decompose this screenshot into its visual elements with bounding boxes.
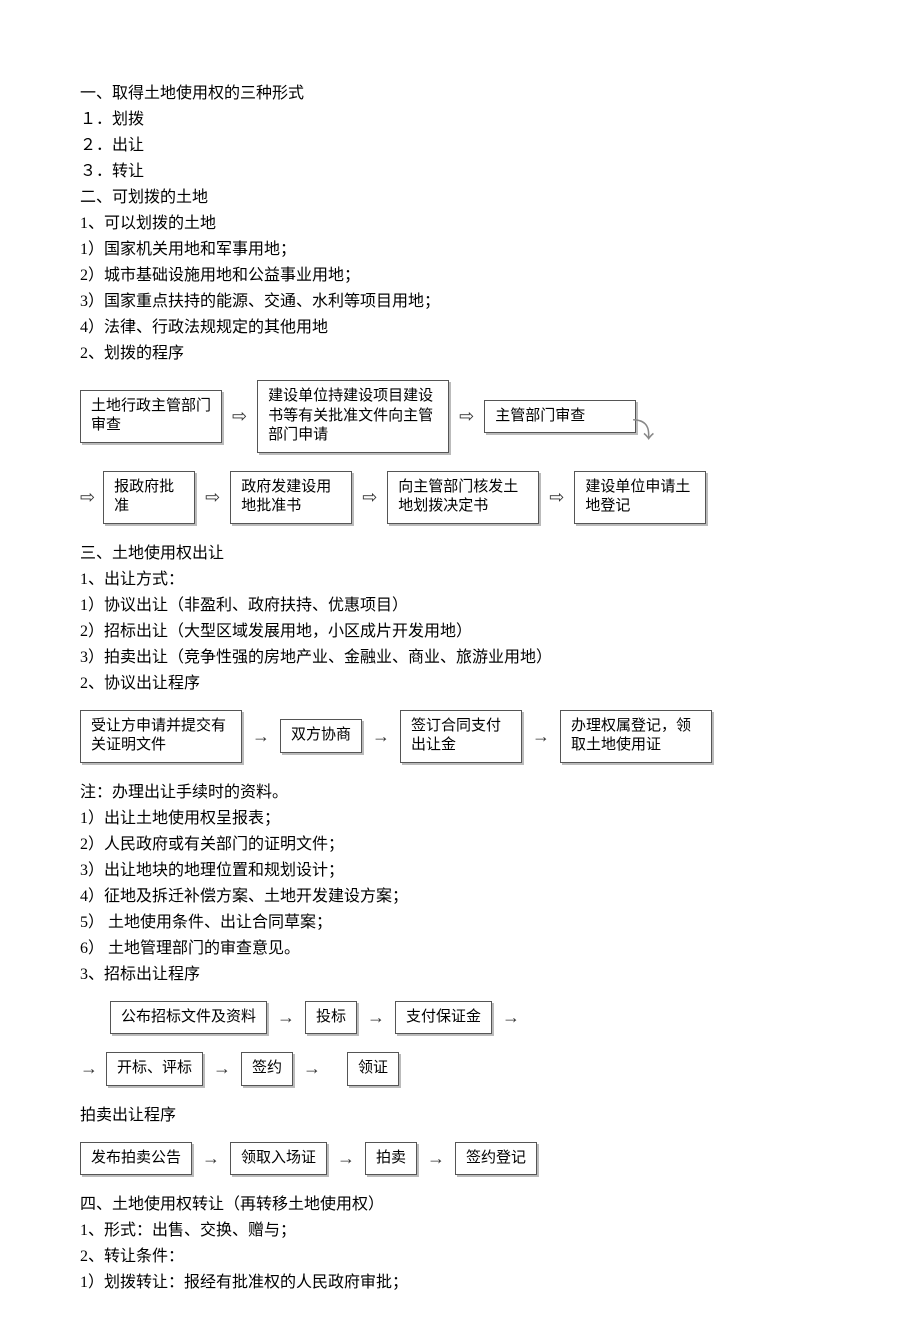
flow-row: 发布拍卖公告 → 领取入场证 → 拍卖 → 签约登记 [80, 1142, 840, 1176]
flow-box: 公布招标文件及资料 [110, 1001, 267, 1035]
note-item: 1）出让土地使用权呈报表； [80, 807, 840, 831]
flow-row: → 开标、评标 → 签约 → 领证 [80, 1052, 840, 1086]
sec3-method: 1）协议出让（非盈利、政府扶持、优惠项目） [80, 594, 840, 618]
flow-box: 签订合同支付出让金 [400, 710, 522, 763]
sec2-heading: 二、可划拨的土地 [80, 186, 840, 210]
flow-box: 报政府批准 [103, 471, 195, 524]
arrow-right-icon: → [368, 723, 394, 750]
flow-box: 向主管部门核发土地划拨决定书 [387, 471, 539, 524]
flow-box: 发布拍卖公告 [80, 1142, 192, 1176]
flow-row: 土地行政主管部门审查 ⇨ 建设单位持建设项目建设书等有关批准文件向主管部门申请 … [80, 380, 840, 453]
arrow-right-icon: → [80, 1055, 98, 1082]
flow-box: 主管部门审查 [484, 400, 636, 434]
sec2-item: 1）国家机关用地和军事用地； [80, 238, 840, 262]
bid-flow: 公布招标文件及资料 → 投标 → 支付保证金 → → 开标、评标 → 签约 → … [80, 1001, 840, 1086]
sec3-method: 2）招标出让（大型区域发展用地，小区成片开发用地） [80, 620, 840, 644]
agreement-flow: 受让方申请并提交有关证明文件 → 双方协商 → 签订合同支付出让金 → 办理权属… [80, 710, 840, 763]
arrow-right-icon: → [363, 1004, 389, 1031]
flow-row: 受让方申请并提交有关证明文件 → 双方协商 → 签订合同支付出让金 → 办理权属… [80, 710, 840, 763]
flow-box: 办理权属登记，领取土地使用证 [560, 710, 712, 763]
note-item: 6） 土地管理部门的审查意见。 [80, 937, 840, 961]
arrow-right-icon: → [498, 1004, 524, 1031]
arrow-right-icon: ⇨ [80, 484, 95, 511]
flow-box: 领证 [347, 1052, 399, 1086]
arrow-right-icon: → [528, 723, 554, 750]
sec3-method: 3）拍卖出让（竞争性强的房地产业、金融业、商业、旅游业用地） [80, 646, 840, 670]
arrow-right-icon: → [273, 1004, 299, 1031]
arrow-right-icon: → [299, 1055, 325, 1082]
flow-box: 双方协商 [280, 719, 362, 753]
flow-box: 签约登记 [455, 1142, 537, 1176]
note-item: 5） 土地使用条件、出让合同草案； [80, 911, 840, 935]
sec2-item: 4）法律、行政法规规定的其他用地 [80, 316, 840, 340]
arrow-right-icon: ⇨ [545, 484, 568, 511]
sec2-sub2: 2、划拨的程序 [80, 342, 840, 366]
arrow-right-icon: → [248, 723, 274, 750]
sec3-sub3: 3、招标出让程序 [80, 963, 840, 987]
flow-box: 政府发建设用地批准书 [230, 471, 352, 524]
flow-box: 建设单位持建设项目建设书等有关批准文件向主管部门申请 [257, 380, 449, 453]
sec4-line: 2、转让条件： [80, 1245, 840, 1269]
arrow-right-icon: → [423, 1145, 449, 1172]
arrow-right-icon: ⇨ [228, 403, 251, 430]
sec4-line: 1、形式：出售、交换、赠与； [80, 1219, 840, 1243]
allocation-flow: 土地行政主管部门审查 ⇨ 建设单位持建设项目建设书等有关批准文件向主管部门申请 … [80, 380, 840, 524]
flow-box: 土地行政主管部门审查 [80, 390, 222, 443]
flow-row: ⇨ 报政府批准 ⇨ 政府发建设用地批准书 ⇨ 向主管部门核发土地划拨决定书 ⇨ … [80, 471, 840, 524]
arrow-right-icon: → [209, 1055, 235, 1082]
sec2-item: 2）城市基础设施用地和公益事业用地； [80, 264, 840, 288]
sec1-heading: 一、取得土地使用权的三种形式 [80, 82, 840, 106]
arrow-right-icon: ⇨ [455, 403, 478, 430]
sec2-sub1: 1、可以划拨的土地 [80, 212, 840, 236]
note-item: 2）人民政府或有关部门的证明文件； [80, 833, 840, 857]
flow-box: 签约 [241, 1052, 293, 1086]
arrow-right-icon: → [198, 1145, 224, 1172]
flow-box: 拍卖 [365, 1142, 417, 1176]
sec4-heading: 四、土地使用权转让（再转移土地使用权） [80, 1193, 840, 1217]
arrow-right-icon: ⇨ [201, 484, 224, 511]
flow-box: 投标 [305, 1001, 357, 1035]
sec4-line: 1）划拨转让：报经有批准权的人民政府审批； [80, 1271, 840, 1295]
note-heading: 注：办理出让手续时的资料。 [80, 781, 840, 805]
note-item: 3）出让地块的地理位置和规划设计； [80, 859, 840, 883]
flow-box: 开标、评标 [106, 1052, 203, 1086]
flow-box: 支付保证金 [395, 1001, 492, 1035]
flow-row: 公布招标文件及资料 → 投标 → 支付保证金 → [110, 1001, 840, 1035]
note-item: 4）征地及拆迁补偿方案、土地开发建设方案； [80, 885, 840, 909]
flow-box: 建设单位申请土地登记 [574, 471, 706, 524]
sec1-item: １．划拨 [80, 108, 840, 132]
auction-heading: 拍卖出让程序 [80, 1104, 840, 1128]
sec1-item: ３．转让 [80, 160, 840, 184]
sec3-heading: 三、土地使用权出让 [80, 542, 840, 566]
sec2-item: 3）国家重点扶持的能源、交通、水利等项目用地； [80, 290, 840, 314]
curve-arrow-icon: ⤵ [632, 414, 654, 447]
sec1-item: ２．出让 [80, 134, 840, 158]
arrow-right-icon: ⇨ [358, 484, 381, 511]
flow-box: 领取入场证 [230, 1142, 327, 1176]
sec3-sub1: 1、出让方式： [80, 568, 840, 592]
arrow-right-icon: → [333, 1145, 359, 1172]
auction-flow: 发布拍卖公告 → 领取入场证 → 拍卖 → 签约登记 [80, 1142, 840, 1176]
sec3-sub2: 2、协议出让程序 [80, 672, 840, 696]
flow-box: 受让方申请并提交有关证明文件 [80, 710, 242, 763]
